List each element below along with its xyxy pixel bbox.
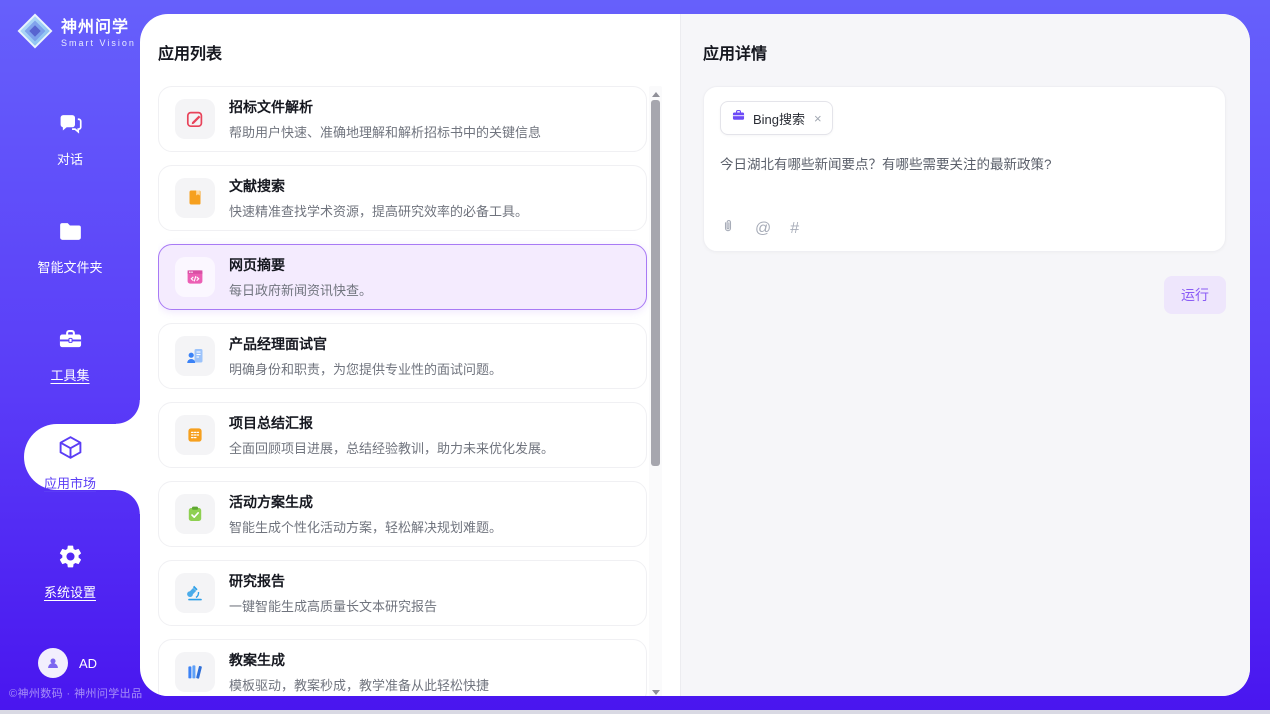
app-name: 文献搜索 — [229, 176, 528, 196]
app-list-title: 应用列表 — [158, 40, 662, 64]
app-description: 帮助用户快速、准确地理解和解析招标书中的关键信息 — [229, 122, 541, 141]
user-account[interactable]: AD — [38, 648, 97, 678]
prompt-input[interactable]: 今日湖北有哪些新闻要点？有哪些需要关注的最新政策? — [720, 155, 1209, 175]
cube-icon — [57, 434, 84, 466]
microscope-icon — [175, 573, 215, 613]
list-item-event-plan[interactable]: 活动方案生成 智能生成个性化活动方案，轻松解决规划难题。 — [158, 481, 647, 547]
mention-icon[interactable]: @ — [755, 221, 771, 237]
sidebar-item-label: 对话 — [57, 149, 83, 168]
app-name: 项目总结汇报 — [229, 413, 554, 433]
tool-chip-label: Bing搜索 — [753, 109, 805, 128]
app-list: 招标文件解析 帮助用户快速、准确地理解和解析招标书中的关键信息 文献搜索 快速精… — [158, 86, 662, 696]
prompt-toolbar: @ # — [720, 218, 799, 239]
edit-square-icon — [175, 99, 215, 139]
gear-icon — [57, 543, 84, 575]
run-row: 运行 — [703, 276, 1226, 314]
sidebar-item-settings[interactable]: 系统设置 — [0, 543, 140, 601]
app-name: 产品经理面试官 — [229, 334, 502, 354]
scroll-up-arrow[interactable] — [649, 88, 662, 100]
note-icon — [175, 415, 215, 455]
app-name: 活动方案生成 — [229, 492, 502, 512]
app-name: 网页摘要 — [229, 255, 372, 275]
prompt-card: Bing搜索 × 今日湖北有哪些新闻要点？有哪些需要关注的最新政策? @ # — [703, 86, 1226, 252]
app-description: 模板驱动，教案秒成，教学准备从此轻松快捷 — [229, 675, 489, 694]
briefcase-icon — [731, 108, 746, 128]
app-detail-panel: 应用详情 Bing搜索 × 今日湖北有哪些新闻要点？有哪些需要关注的最新政策? — [680, 14, 1250, 696]
folder-icon — [57, 218, 84, 250]
sidebar-item-app-market[interactable]: 应用市场 — [0, 434, 140, 492]
clipboard-check-icon — [175, 494, 215, 534]
brand-name: 神州问学 — [61, 19, 136, 37]
scrollbar-thumb[interactable] — [651, 100, 660, 466]
copyright-footer: ©神州数码 · 神州问学出品 — [9, 685, 142, 701]
app-description: 明确身份和职责，为您提供专业性的面试问题。 — [229, 359, 502, 378]
diamond-gem-icon — [16, 12, 54, 55]
app-description: 智能生成个性化活动方案，轻松解决规划难题。 — [229, 517, 502, 536]
sidebar-item-label: 系统设置 — [44, 582, 96, 601]
paperclip-icon[interactable] — [720, 218, 736, 239]
app-description: 全面回顾项目进展，总结经验教训，助力未来优化发展。 — [229, 438, 554, 457]
page-bottom-strip — [0, 710, 1270, 714]
list-item-web-summary[interactable]: 网页摘要 每日政府新闻资讯快查。 — [158, 244, 647, 310]
list-item-lesson-plan[interactable]: 教案生成 模板驱动，教案秒成，教学准备从此轻松快捷 — [158, 639, 647, 696]
brand-logo: 神州问学 Smart Vision — [16, 12, 136, 55]
app-detail-title: 应用详情 — [703, 40, 1226, 64]
app-name: 研究报告 — [229, 571, 437, 591]
list-scrollbar[interactable] — [649, 86, 662, 696]
app-list-panel: 应用列表 招标文件解析 帮助用户快速、准确地理解和解析招标书中的关键信息 — [140, 14, 680, 696]
interviewer-icon — [175, 336, 215, 376]
book-icon — [175, 178, 215, 218]
toolbox-icon — [57, 326, 84, 358]
app-description: 快速精准查找学术资源，提高研究效率的必备工具。 — [229, 201, 528, 220]
user-initials: AD — [79, 656, 97, 671]
list-item-bid-analysis[interactable]: 招标文件解析 帮助用户快速、准确地理解和解析招标书中的关键信息 — [158, 86, 647, 152]
main-content-card: 应用列表 招标文件解析 帮助用户快速、准确地理解和解析招标书中的关键信息 — [140, 14, 1250, 696]
avatar — [38, 648, 68, 678]
list-item-pm-interviewer[interactable]: 产品经理面试官 明确身份和职责，为您提供专业性的面试问题。 — [158, 323, 647, 389]
sidebar-item-label: 智能文件夹 — [37, 257, 102, 276]
browser-code-icon — [175, 257, 215, 297]
scroll-down-arrow[interactable] — [649, 686, 662, 696]
app-name: 教案生成 — [229, 650, 489, 670]
list-item-research-report[interactable]: 研究报告 一键智能生成高质量长文本研究报告 — [158, 560, 647, 626]
sidebar-item-toolset[interactable]: 工具集 — [0, 326, 140, 384]
hash-icon[interactable]: # — [790, 221, 799, 237]
sidebar-item-label: 应用市场 — [44, 473, 96, 492]
app-description: 一键智能生成高质量长文本研究报告 — [229, 596, 437, 615]
sidebar-item-smart-folder[interactable]: 智能文件夹 — [0, 218, 140, 276]
sidebar: 神州问学 Smart Vision 对话 智能文件夹 — [0, 0, 140, 714]
brand-subtitle: Smart Vision — [61, 38, 136, 48]
close-icon[interactable]: × — [814, 112, 822, 125]
chat-icon — [57, 110, 84, 142]
sidebar-item-label: 工具集 — [50, 365, 89, 384]
run-button[interactable]: 运行 — [1164, 276, 1226, 314]
tool-chip-bing-search[interactable]: Bing搜索 × — [720, 101, 833, 135]
app-description: 每日政府新闻资讯快查。 — [229, 280, 372, 299]
list-item-literature-search[interactable]: 文献搜索 快速精准查找学术资源，提高研究效率的必备工具。 — [158, 165, 647, 231]
app-name: 招标文件解析 — [229, 97, 541, 117]
list-item-project-summary[interactable]: 项目总结汇报 全面回顾项目进展，总结经验教训，助力未来优化发展。 — [158, 402, 647, 468]
books-icon — [175, 652, 215, 692]
sidebar-item-chat[interactable]: 对话 — [0, 110, 140, 168]
